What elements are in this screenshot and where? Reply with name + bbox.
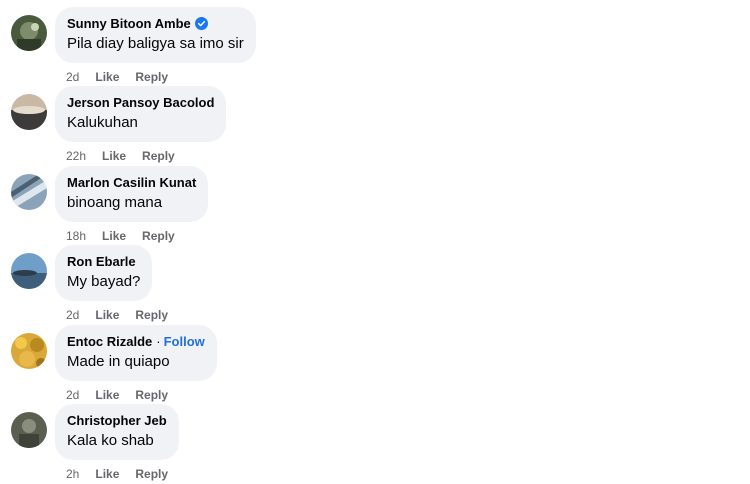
comment-timestamp[interactable]: 18h xyxy=(66,229,86,243)
avatar[interactable] xyxy=(11,412,47,448)
comment-actions: 22h Like Reply xyxy=(66,149,191,163)
comment-timestamp[interactable]: 2d xyxy=(66,308,79,322)
comment-timestamp[interactable]: 2d xyxy=(66,70,79,84)
separator-dot: · xyxy=(156,334,161,349)
avatar[interactable] xyxy=(11,333,47,369)
reply-button[interactable]: Reply xyxy=(135,388,168,402)
reply-button[interactable]: Reply xyxy=(135,308,168,322)
avatar[interactable] xyxy=(11,174,47,210)
comment-bubble: Entoc Rizalde · Follow Made in quiapo xyxy=(55,325,217,381)
comment-actions: 2h Like Reply xyxy=(66,467,184,481)
like-button[interactable]: Like xyxy=(95,388,119,402)
comment-actions: 18h Like Reply xyxy=(66,229,191,243)
comment-text: My bayad? xyxy=(67,273,141,290)
avatar[interactable] xyxy=(11,15,47,51)
verified-badge-icon xyxy=(194,17,208,30)
like-button[interactable]: Like xyxy=(102,229,126,243)
reply-button[interactable]: Reply xyxy=(135,70,168,84)
reply-button[interactable]: Reply xyxy=(142,149,175,163)
reply-button[interactable]: Reply xyxy=(142,229,175,243)
comment-text: Pila diay baligya sa imo sir xyxy=(67,35,244,52)
comment-bubble: Sunny Bitoon Ambe Pila diay baligya sa i… xyxy=(55,7,256,63)
comment-actions: 2d Like Reply xyxy=(66,70,184,84)
reply-button[interactable]: Reply xyxy=(135,467,168,481)
comment-author[interactable]: Marlon Casilin Kunat xyxy=(67,174,196,191)
comment-author[interactable]: Ron Ebarle xyxy=(67,253,136,270)
comment-item: Christopher Jeb Kala ko shab 2h Like Rep… xyxy=(0,404,750,484)
comment-text: binoang mana xyxy=(67,194,163,211)
comment-text: Made in quiapo xyxy=(67,353,170,370)
comment-actions: 2d Like Reply xyxy=(66,308,184,322)
comment-bubble: Marlon Casilin Kunat binoang mana xyxy=(55,166,209,222)
comment-timestamp[interactable]: 22h xyxy=(66,149,86,163)
comment-item: Marlon Casilin Kunat binoang mana 18h Li… xyxy=(0,166,750,246)
like-button[interactable]: Like xyxy=(102,149,126,163)
comment-text: Kalukuhan xyxy=(67,114,138,131)
comment-text: Kala ko shab xyxy=(67,432,154,449)
like-button[interactable]: Like xyxy=(95,467,119,481)
comment-timestamp[interactable]: 2h xyxy=(66,467,79,481)
comment-actions: 2d Like Reply xyxy=(66,388,184,402)
avatar[interactable] xyxy=(11,253,47,289)
comment-author[interactable]: Christopher Jeb xyxy=(67,412,167,429)
comment-author[interactable]: Sunny Bitoon Ambe xyxy=(67,15,191,32)
comment-bubble: Christopher Jeb Kala ko shab xyxy=(55,404,179,460)
comment-item: Jerson Pansoy Bacolod Kalukuhan 22h Like… xyxy=(0,86,750,166)
comment-author[interactable]: Entoc Rizalde xyxy=(67,333,152,350)
like-button[interactable]: Like xyxy=(95,70,119,84)
avatar[interactable] xyxy=(11,94,47,130)
like-button[interactable]: Like xyxy=(95,308,119,322)
comment-item: Entoc Rizalde · Follow Made in quiapo 2d… xyxy=(0,325,750,405)
comment-item: Sunny Bitoon Ambe Pila diay baligya sa i… xyxy=(0,7,750,87)
comment-bubble: Ron Ebarle My bayad? xyxy=(55,245,153,301)
comment-bubble: Jerson Pansoy Bacolod Kalukuhan xyxy=(55,86,227,142)
comment-author[interactable]: Jerson Pansoy Bacolod xyxy=(67,94,214,111)
comment-timestamp[interactable]: 2d xyxy=(66,388,79,402)
follow-button[interactable]: Follow xyxy=(164,333,205,350)
comment-item: Ron Ebarle My bayad? 2d Like Reply xyxy=(0,245,750,325)
